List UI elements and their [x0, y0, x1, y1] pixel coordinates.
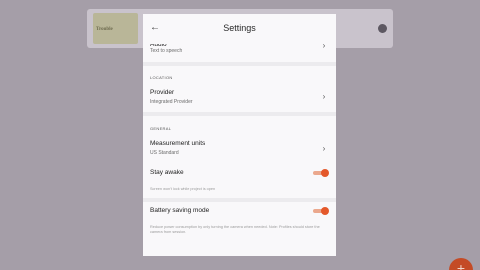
measurement-units-title[interactable]: Measurement units — [150, 140, 205, 147]
provider-subtitle: Integrated Provider — [150, 99, 193, 105]
add-fab-button[interactable]: + — [449, 258, 473, 270]
provider-title[interactable]: Provider — [150, 89, 174, 96]
battery-saving-toggle[interactable] — [313, 207, 329, 215]
stay-awake-description: Screen won't lock while project is open — [150, 187, 216, 191]
divider — [143, 62, 336, 66]
general-section-label: GENERAL — [150, 126, 172, 131]
audio-row-subtitle: Text to speech — [150, 48, 183, 54]
settings-header: ← Settings — [143, 14, 336, 44]
measurement-units-subtitle: US Standard — [150, 150, 179, 156]
toggle-knob — [321, 169, 329, 177]
provider-chevron-icon[interactable]: › — [320, 92, 328, 101]
location-section-label: LOCATION — [150, 75, 173, 80]
measurement-units-chevron-icon[interactable]: › — [320, 144, 328, 153]
toggle-knob — [321, 207, 329, 215]
background-status-icon — [378, 24, 387, 33]
divider — [143, 198, 336, 202]
settings-sheet: Audio Text to speech › LOCATION Provider… — [143, 14, 336, 256]
stay-awake-title: Stay awake — [150, 169, 184, 176]
divider — [143, 112, 336, 116]
background-map-label: Trouble — [96, 27, 113, 32]
stay-awake-toggle[interactable] — [313, 169, 329, 177]
battery-saving-title: Battery saving mode — [150, 207, 210, 214]
battery-saving-description: Reduce power consumption by only turning… — [150, 225, 320, 234]
page-title: Settings — [223, 23, 256, 33]
